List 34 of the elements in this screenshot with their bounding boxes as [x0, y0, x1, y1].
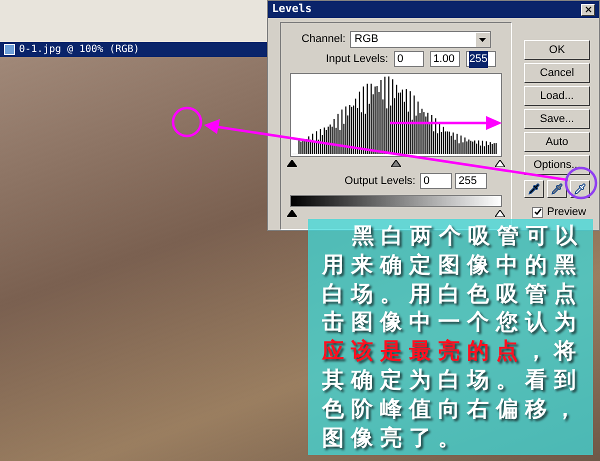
channel-dropdown[interactable]: RGB [350, 31, 491, 48]
eyedropper-button[interactable] [524, 180, 544, 198]
eyedropper-icon [528, 183, 540, 195]
dialog-button[interactable]: Auto [524, 132, 590, 152]
dialog-title: Levels [272, 1, 312, 18]
preview-checkbox[interactable] [532, 206, 543, 218]
eyedropper-button[interactable] [547, 180, 567, 198]
dialog-button[interactable]: Options... [524, 155, 590, 175]
input-level-field[interactable]: 1.00 [430, 51, 460, 68]
dialog-button[interactable]: Save... [524, 109, 590, 129]
close-icon [584, 5, 592, 14]
channel-label: Channel: [301, 32, 346, 48]
eyedropper-icon [551, 183, 563, 195]
output-levels-label: Output Levels: [344, 174, 416, 188]
window-title: 0-1.jpg @ 100% (RGB) [19, 44, 140, 54]
input-level-field[interactable]: 0 [394, 51, 424, 68]
document-icon [4, 44, 15, 55]
output-min-slider-icon[interactable] [287, 210, 297, 217]
output-level-field[interactable]: 0 [420, 172, 452, 189]
highlight-slider-icon[interactable] [495, 160, 505, 166]
close-button[interactable] [581, 4, 595, 16]
dialog-button[interactable]: Load... [524, 86, 590, 106]
input-level-field[interactable]: 255 [466, 51, 496, 68]
input-levels-label: Input Levels: [326, 52, 388, 67]
highlight-circle [171, 106, 203, 138]
preview-label: Preview [547, 205, 586, 220]
dialog-button[interactable]: OK [524, 40, 590, 60]
eyedropper-icon [574, 183, 586, 195]
shadow-slider-icon[interactable] [287, 160, 297, 166]
output-max-slider-icon[interactable] [495, 210, 505, 217]
gamma-slider-icon[interactable] [391, 160, 401, 166]
dialog-button[interactable]: Cancel [524, 63, 590, 83]
caption-text: 黑白两个吸管可以 用来确定图像中的黑 白场。用白色吸管点 击图像中一个您认为 应该是最亮的点，将 其确定为白场。看到 色阶峰值向右偏移， 图像亮了。 [322, 222, 585, 452]
output-level-field[interactable]: 255 [455, 172, 488, 189]
